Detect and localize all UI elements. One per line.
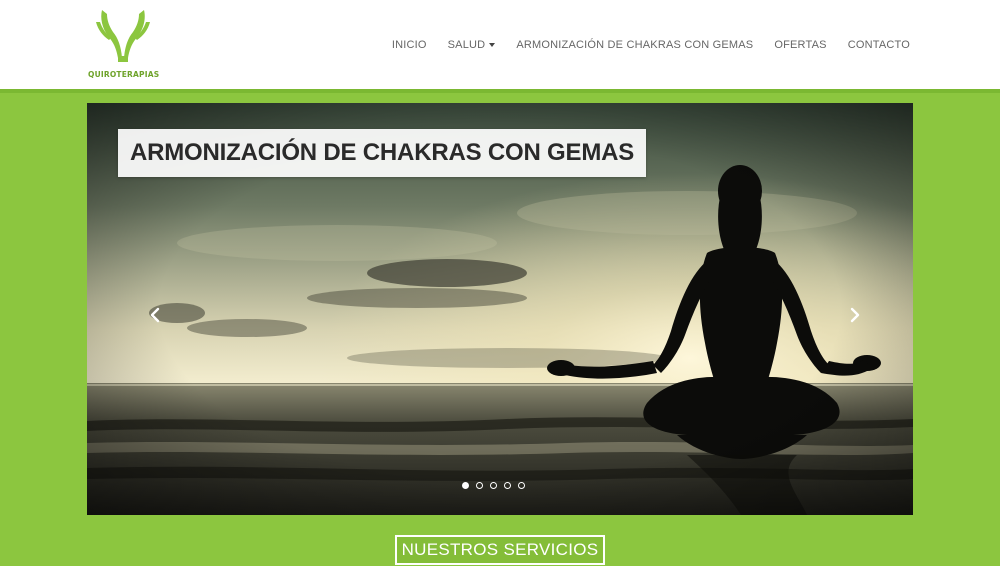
services-title: NUESTROS SERVICIOS xyxy=(394,535,606,565)
chevron-right-icon xyxy=(850,307,860,323)
nav-item-ofertas[interactable]: OFERTAS xyxy=(774,39,826,51)
site-header: QUIROTERAPIAS INICIO SALUD ARMONIZACIÓN … xyxy=(0,0,1000,89)
slide-indicator-2[interactable] xyxy=(476,482,483,489)
slide-indicator-5[interactable] xyxy=(518,482,525,489)
caret-down-icon xyxy=(489,43,496,47)
header-divider xyxy=(0,89,1000,93)
nav-item-label: SALUD xyxy=(447,39,486,51)
nav-item-label: OFERTAS xyxy=(774,39,827,51)
nav-item-inicio[interactable]: INICIO xyxy=(392,39,427,51)
hero-slider[interactable]: ARMONIZACIÓN DE CHAKRAS CON GEMAS xyxy=(87,103,913,515)
slider-indicators xyxy=(462,482,525,489)
nav-item-salud[interactable]: SALUD xyxy=(448,39,496,51)
main-nav: INICIO SALUD ARMONIZACIÓN DE CHAKRAS CON… xyxy=(392,39,910,51)
slide-indicator-3[interactable] xyxy=(490,482,497,489)
slide-caption: ARMONIZACIÓN DE CHAKRAS CON GEMAS xyxy=(118,129,647,177)
site-logo[interactable]: QUIROTERAPIAS xyxy=(88,8,160,80)
slider-next-button[interactable] xyxy=(843,303,867,327)
nav-item-label: CONTACTO xyxy=(847,39,910,51)
nav-item-label: INICIO xyxy=(391,39,427,51)
brand-name: QUIROTERAPIAS xyxy=(88,70,160,79)
slider-prev-button[interactable] xyxy=(143,303,167,327)
slide-indicator-1[interactable] xyxy=(462,482,469,489)
chevron-left-icon xyxy=(150,307,160,323)
nav-item-label: ARMONIZACIÓN DE CHAKRAS CON GEMAS xyxy=(516,39,754,51)
raised-hands-logo-icon xyxy=(96,10,150,62)
nav-item-contacto[interactable]: CONTACTO xyxy=(848,39,910,51)
slide-indicator-4[interactable] xyxy=(504,482,511,489)
nav-item-armonizacion[interactable]: ARMONIZACIÓN DE CHAKRAS CON GEMAS xyxy=(516,39,753,51)
services-section-header: NUESTROS SERVICIOS xyxy=(0,535,1000,565)
slide-caption-text: ARMONIZACIÓN DE CHAKRAS CON GEMAS xyxy=(130,139,635,166)
